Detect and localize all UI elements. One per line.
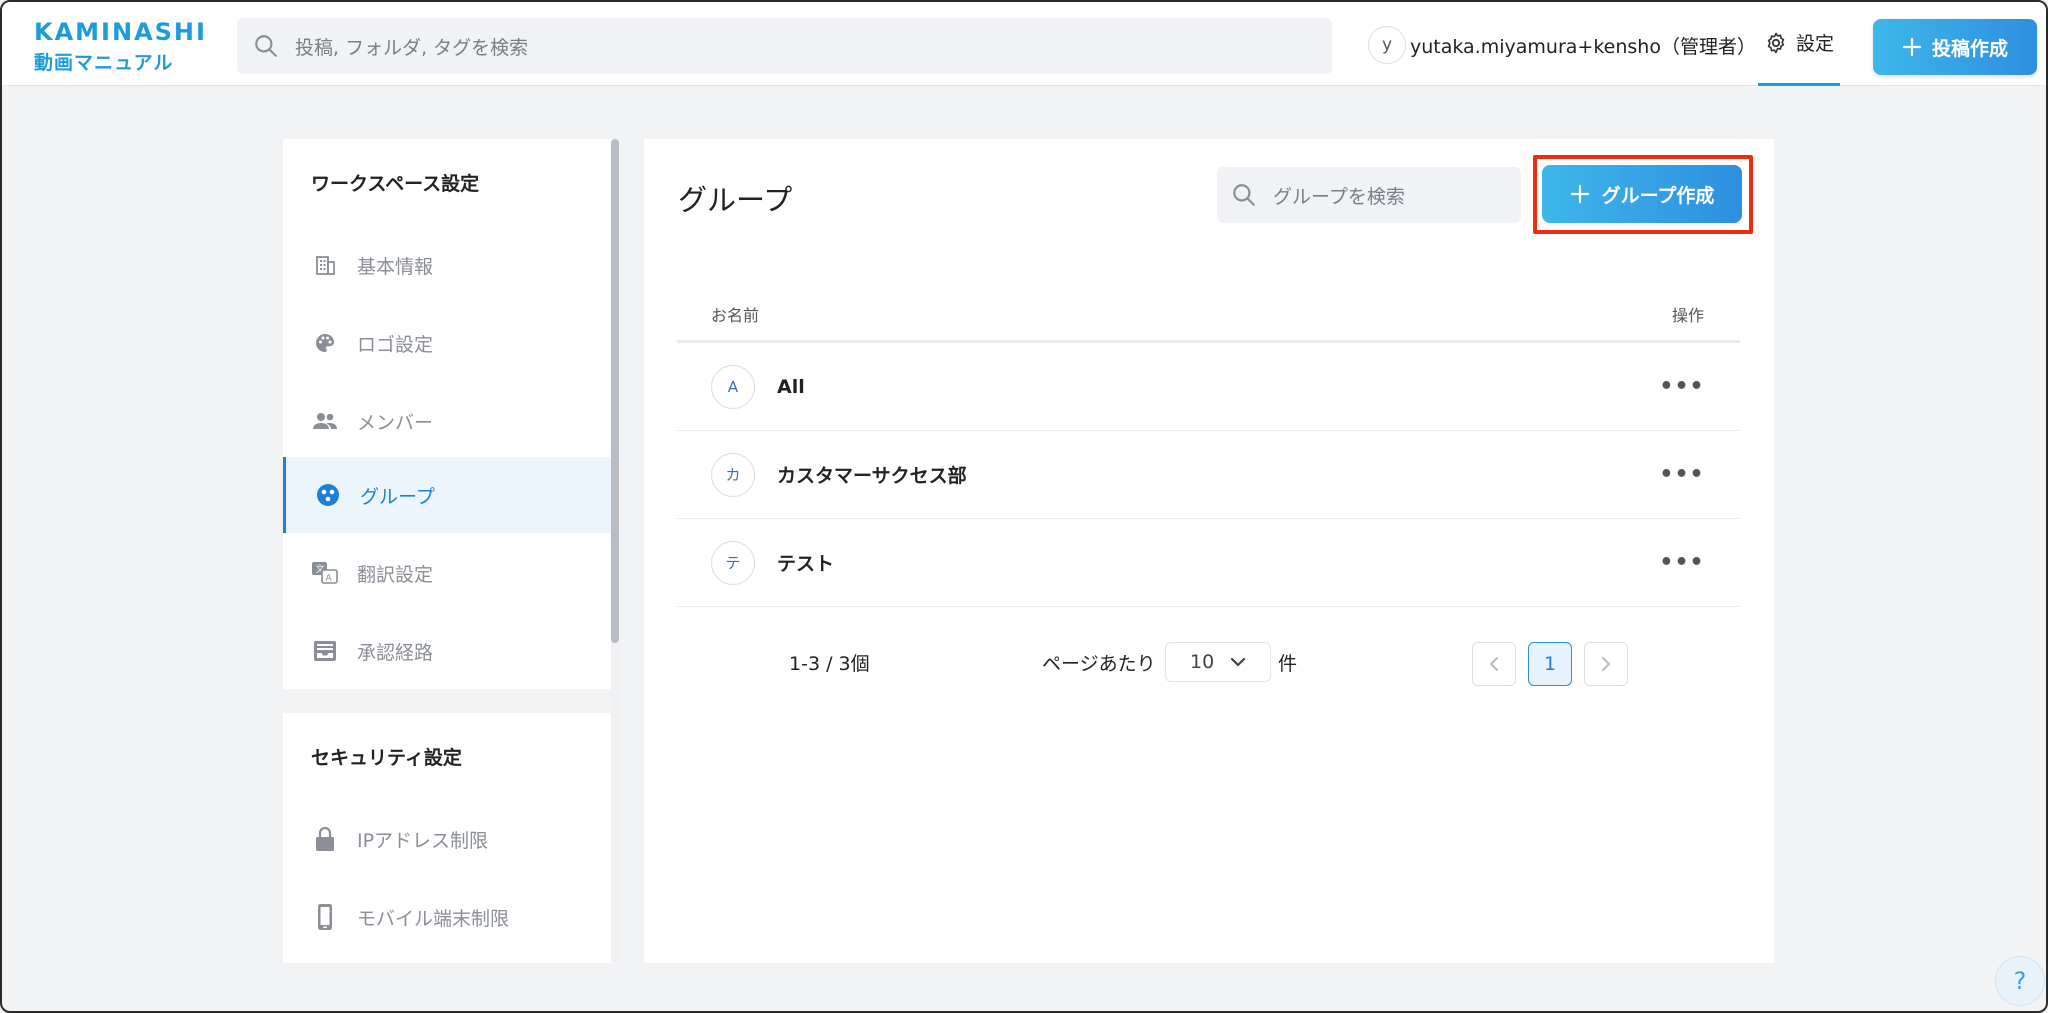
per-page-value: 10 xyxy=(1190,651,1215,673)
chevron-left-icon xyxy=(1490,657,1498,671)
workspace-settings-panel: ワークスペース設定 基本情報 ロゴ設定 メンバー グループ 文 A 翻訳設定 承… xyxy=(283,139,613,689)
page-title: グループ xyxy=(678,183,793,217)
sidebar-item-label: 翻訳設定 xyxy=(357,563,434,586)
groups-main-panel: グループ グループを検索 グループ作成 お名前 操作 A All ••• カ カ… xyxy=(644,139,1774,963)
table-row[interactable]: テ テスト ••• xyxy=(677,519,1740,607)
workspace-settings-title: ワークスペース設定 xyxy=(311,173,480,195)
logo-wordmark: KAMINASHI xyxy=(34,18,207,46)
security-settings-panel: セキュリティ設定 IPアドレス制限 モバイル端末制限 xyxy=(283,713,613,963)
settings-label: 設定 xyxy=(1795,33,1834,55)
more-options-icon[interactable]: ••• xyxy=(1659,547,1703,577)
settings-tab[interactable]: 設定 xyxy=(1758,2,1840,86)
create-group-button[interactable]: グループ作成 xyxy=(1542,165,1742,223)
pagination-count: 1-3 / 3個 xyxy=(789,653,870,675)
members-icon xyxy=(311,407,339,435)
svg-text:A: A xyxy=(326,574,333,584)
page-button-current[interactable]: 1 xyxy=(1528,642,1572,686)
sidebar-item-basic-info[interactable]: 基本情報 xyxy=(283,227,613,303)
column-header-name: お名前 xyxy=(711,306,760,325)
mobile-icon xyxy=(311,903,339,931)
avatar: カ xyxy=(711,452,755,497)
sidebar-item-logo[interactable]: ロゴ設定 xyxy=(283,305,613,381)
per-page-unit: 件 xyxy=(1278,653,1298,675)
gear-icon xyxy=(1767,32,1785,53)
group-name: All xyxy=(777,375,805,398)
create-post-button[interactable]: 投稿作成 xyxy=(1873,19,2037,75)
sidebar-item-label: モバイル端末制限 xyxy=(357,907,510,930)
global-search-placeholder: 投稿, フォルダ, タグを検索 xyxy=(295,36,529,59)
inbox-icon xyxy=(311,637,339,665)
translate-icon: 文A xyxy=(311,559,339,587)
palette-icon xyxy=(311,329,339,357)
sidebar-item-members[interactable]: メンバー xyxy=(283,383,613,459)
logo-subtitle: 動画マニュアル xyxy=(34,52,174,74)
group-search-input[interactable]: グループを検索 xyxy=(1217,167,1521,223)
top-header: KAMINASHI 動画マニュアル 投稿, フォルダ, タグを検索 y yuta… xyxy=(2,2,2046,86)
chevron-right-icon xyxy=(1602,657,1610,671)
next-page-button[interactable] xyxy=(1584,642,1628,686)
sidebar-item-translation[interactable]: 文A 翻訳設定 xyxy=(283,535,613,611)
more-options-icon[interactable]: ••• xyxy=(1659,459,1703,489)
sidebar-item-label: ロゴ設定 xyxy=(357,333,434,356)
group-name: カスタマーサクセス部 xyxy=(777,465,967,487)
sidebar-item-ip-restriction[interactable]: IPアドレス制限 xyxy=(283,801,613,877)
group-search-placeholder: グループを検索 xyxy=(1273,185,1405,208)
help-button[interactable]: ? xyxy=(1995,956,2045,1006)
sidebar-item-mobile-restriction[interactable]: モバイル端末制限 xyxy=(283,879,613,955)
avatar: A xyxy=(711,364,755,409)
table-row[interactable]: カ カスタマーサクセス部 ••• xyxy=(677,431,1740,519)
per-page-label: ページあたり xyxy=(1042,653,1156,675)
app-window: KAMINASHI 動画マニュアル 投稿, フォルダ, タグを検索 y yuta… xyxy=(0,0,2048,1013)
sidebar-item-label: メンバー xyxy=(357,411,434,434)
more-options-icon[interactable]: ••• xyxy=(1659,371,1703,401)
column-header-actions: 操作 xyxy=(1672,306,1705,325)
chevron-down-icon xyxy=(1231,657,1246,667)
user-name: yutaka.miyamura+kensho（管理者） xyxy=(1410,35,1756,58)
global-search-input[interactable]: 投稿, フォルダ, タグを検索 xyxy=(237,18,1332,74)
per-page-select[interactable]: 10 xyxy=(1165,642,1271,682)
avatar: テ xyxy=(711,540,755,585)
create-post-label: 投稿作成 xyxy=(1931,37,2008,60)
plus-icon xyxy=(1902,37,1922,57)
group-icon xyxy=(314,481,342,509)
sidebar-item-approval-route[interactable]: 承認経路 xyxy=(283,613,613,689)
avatar: y xyxy=(1368,26,1406,64)
sidebar-item-label: IPアドレス制限 xyxy=(357,829,489,852)
sidebar-scrollbar-thumb[interactable] xyxy=(611,139,619,643)
group-name: テスト xyxy=(777,553,835,575)
sidebar-item-label: グループ xyxy=(360,485,435,508)
sidebar-item-groups[interactable]: グループ xyxy=(283,457,613,533)
previous-page-button[interactable] xyxy=(1472,642,1516,686)
user-menu[interactable]: y yutaka.miyamura+kensho（管理者） xyxy=(1368,26,1756,64)
logo[interactable]: KAMINASHI 動画マニュアル xyxy=(34,18,207,75)
search-icon xyxy=(255,35,277,57)
search-icon xyxy=(1233,184,1255,206)
lock-icon xyxy=(311,825,339,853)
sidebar-item-label: 基本情報 xyxy=(357,255,434,278)
create-group-label: グループ作成 xyxy=(1601,184,1715,207)
sidebar-item-label: 承認経路 xyxy=(357,641,434,664)
building-icon xyxy=(311,251,339,279)
security-settings-title: セキュリティ設定 xyxy=(311,747,462,769)
plus-icon xyxy=(1570,184,1589,204)
table-row[interactable]: A All ••• xyxy=(677,343,1740,431)
